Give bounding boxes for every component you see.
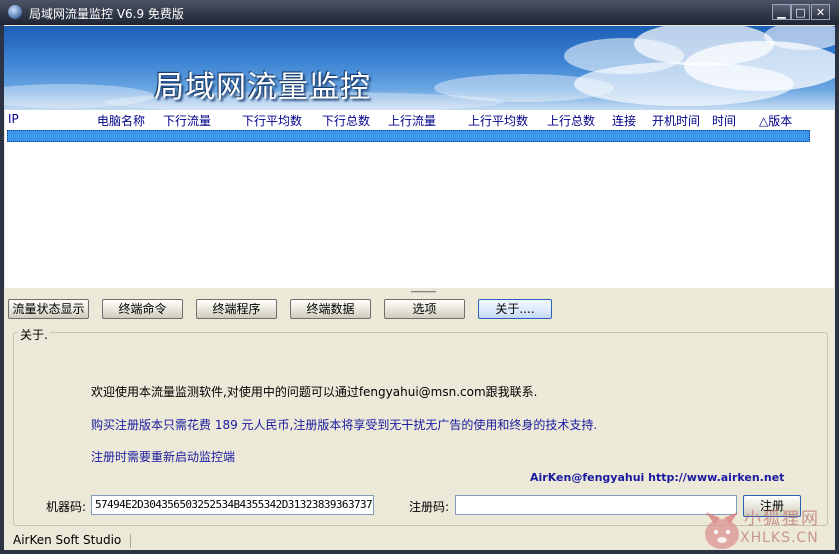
column-upload-total[interactable]: 上行总数 — [547, 112, 595, 129]
status-text: AirKen Soft Studio — [13, 533, 122, 547]
column-upload-avg[interactable]: 上行平均数 — [468, 112, 528, 129]
tab-terminal-program[interactable]: 终端程序 — [196, 299, 277, 319]
column-upload[interactable]: 上行流量 — [388, 112, 436, 129]
contact-link[interactable]: AirKen@fengyahui http://www.airken.net — [530, 471, 784, 484]
close-button[interactable]: ✕ — [811, 4, 830, 20]
tab-traffic-status[interactable]: 流量状态显示 — [8, 299, 89, 319]
tab-terminal-command[interactable]: 终端命令 — [102, 299, 183, 319]
sky-clouds-image — [4, 26, 835, 110]
column-download-avg[interactable]: 下行平均数 — [242, 112, 302, 129]
application-window: 局域网流量监控 V6.9 免费版 ▁ □ ✕ 局域网流量监控 IP 电脑名称 下… — [0, 0, 839, 554]
registration-code-label: 注册码: — [409, 500, 450, 514]
watermark-domain: XHLKS.CN — [740, 530, 819, 546]
selected-list-row[interactable] — [7, 130, 810, 142]
app-icon[interactable] — [8, 5, 22, 19]
tab-options[interactable]: 选项 — [384, 299, 465, 319]
column-version[interactable]: △版本 — [759, 112, 792, 129]
column-boot-time[interactable]: 开机时间 — [652, 112, 700, 129]
window-title: 局域网流量监控 V6.9 免费版 — [29, 7, 184, 21]
splitter-grip[interactable]: ----------- — [403, 288, 443, 297]
about-group-legend: 关于. — [18, 326, 50, 343]
banner: 局域网流量监控 — [4, 26, 835, 110]
status-separator — [130, 534, 131, 548]
column-computer-name[interactable]: 电脑名称 — [97, 112, 145, 129]
client-list-view[interactable]: IP 电脑名称 下行流量 下行平均数 下行总数 上行流量 上行平均数 上行总数 … — [5, 110, 834, 288]
about-restart-text: 注册时需要重新启动监控端 — [91, 450, 236, 464]
maximize-button[interactable]: □ — [791, 4, 810, 20]
tab-about[interactable]: 关于.... — [478, 299, 552, 319]
tab-terminal-data[interactable]: 终端数据 — [290, 299, 371, 319]
column-connections[interactable]: 连接 — [612, 112, 636, 129]
registration-code-input[interactable] — [455, 495, 737, 515]
title-bar[interactable]: 局域网流量监控 V6.9 免费版 ▁ □ ✕ — [0, 0, 839, 25]
column-download-total[interactable]: 下行总数 — [322, 112, 370, 129]
column-time[interactable]: 时间 — [712, 112, 736, 129]
watermark: 小狐狸网 XHLKS.CN — [700, 500, 839, 554]
machine-code-field[interactable]: 57494E2D304356503252534B4355342D31323839… — [91, 495, 374, 515]
machine-code-label: 机器码: — [46, 500, 87, 514]
list-header: IP 电脑名称 下行流量 下行平均数 下行总数 上行流量 上行平均数 上行总数 … — [5, 110, 834, 129]
column-download[interactable]: 下行流量 — [163, 112, 211, 129]
about-purchase-text: 购买注册版本只需花费 189 元人民币,注册版本将享受到无干扰无广告的使用和终身… — [91, 418, 598, 432]
splitter[interactable]: ----------- — [5, 288, 834, 298]
about-welcome-text: 欢迎使用本流量监测软件,对使用中的问题可以通过fengyahui@msn.com… — [91, 385, 538, 399]
column-ip[interactable]: IP — [8, 112, 19, 126]
fox-logo-icon — [705, 512, 739, 549]
minimize-button[interactable]: ▁ — [772, 4, 791, 20]
banner-title: 局域网流量监控 — [154, 70, 371, 105]
watermark-text: 小狐狸网 — [744, 509, 820, 529]
